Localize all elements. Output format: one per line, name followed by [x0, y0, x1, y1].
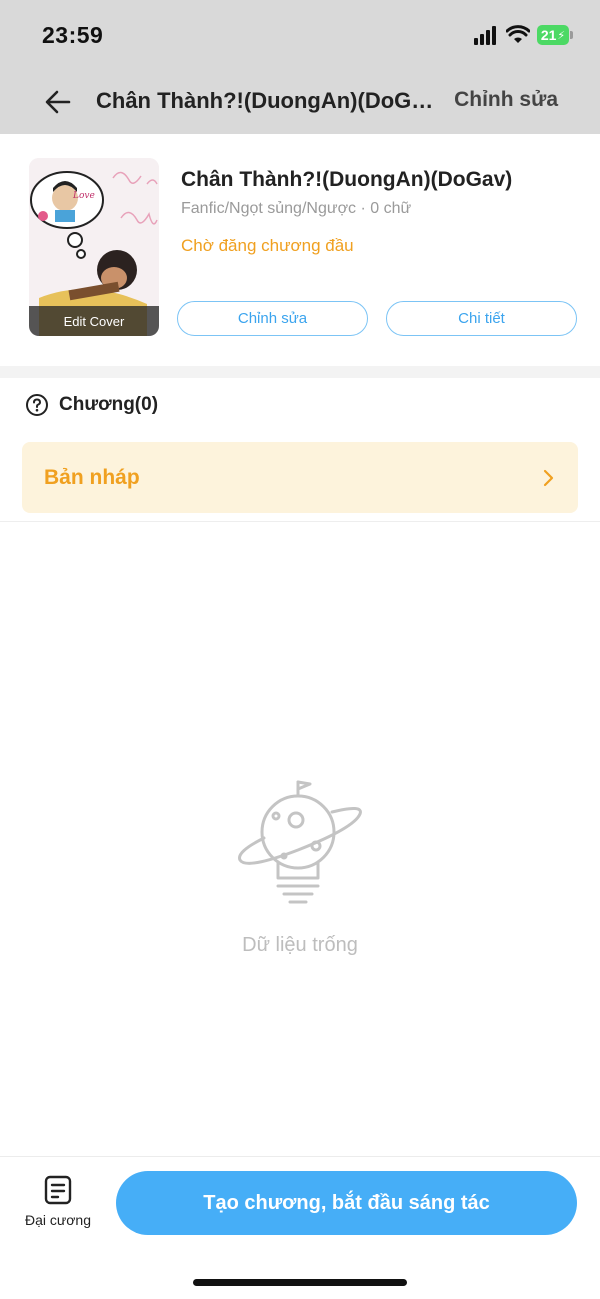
outline-tab-label: Đại cương: [24, 1212, 92, 1228]
chapters-header: Chương(0): [25, 393, 158, 417]
page-title: Chân Thành?!(DuongAn)(DoGav): [96, 88, 436, 113]
cellular-signal-icon: [474, 26, 496, 45]
header-edit-button[interactable]: Chỉnh sửa: [454, 88, 558, 112]
drafts-row[interactable]: Bản nháp: [22, 442, 578, 513]
book-detail-button[interactable]: Chi tiết: [386, 301, 577, 336]
edit-cover-label[interactable]: Edit Cover: [29, 306, 159, 336]
book-title: Chân Thành?!(DuongAn)(DoGav): [181, 168, 513, 191]
create-chapter-button[interactable]: Tạo chương, bắt đầu sáng tác: [116, 1171, 577, 1235]
battery-level: 21: [540, 27, 557, 43]
divider: [0, 521, 600, 522]
top-header: 23:59 21 ⚡ Chân Thành?!(DuongAn)(DoGav) …: [0, 0, 600, 134]
book-status: Chờ đăng chương đầu: [181, 236, 354, 255]
section-separator: [0, 366, 600, 378]
bottom-action-bar: Đại cương Tạo chương, bắt đầu sáng tác: [0, 1156, 600, 1299]
book-meta: Fanfic/Ngọt sủng/Ngược · 0 chữ: [181, 200, 412, 217]
help-circle-icon[interactable]: [25, 393, 49, 417]
book-info-card: Love Edit Cover Chân Thành?!(DuongAn)(Do…: [0, 134, 600, 366]
planet-bulb-icon: [238, 780, 362, 904]
battery-tip: [570, 31, 573, 39]
battery-indicator: 21 ⚡: [537, 25, 569, 45]
empty-state-text: Dữ liệu trống: [242, 934, 358, 956]
wifi-icon: [506, 25, 530, 43]
charging-bolt-icon: ⚡: [557, 29, 566, 42]
edit-book-button[interactable]: Chỉnh sửa: [177, 301, 368, 336]
home-indicator: [193, 1279, 407, 1286]
back-arrow-icon: [45, 90, 71, 114]
drafts-label: Bản nháp: [44, 465, 140, 489]
book-cover[interactable]: Love Edit Cover: [29, 158, 159, 336]
chevron-right-icon: [543, 469, 554, 486]
outline-document-icon: [44, 1175, 72, 1205]
svg-text:Love: Love: [72, 191, 95, 201]
status-time: 23:59: [42, 22, 104, 48]
chapters-title: Chương(0): [59, 394, 159, 415]
back-button[interactable]: [38, 82, 78, 122]
outline-tab[interactable]: Đại cương: [18, 1175, 98, 1235]
